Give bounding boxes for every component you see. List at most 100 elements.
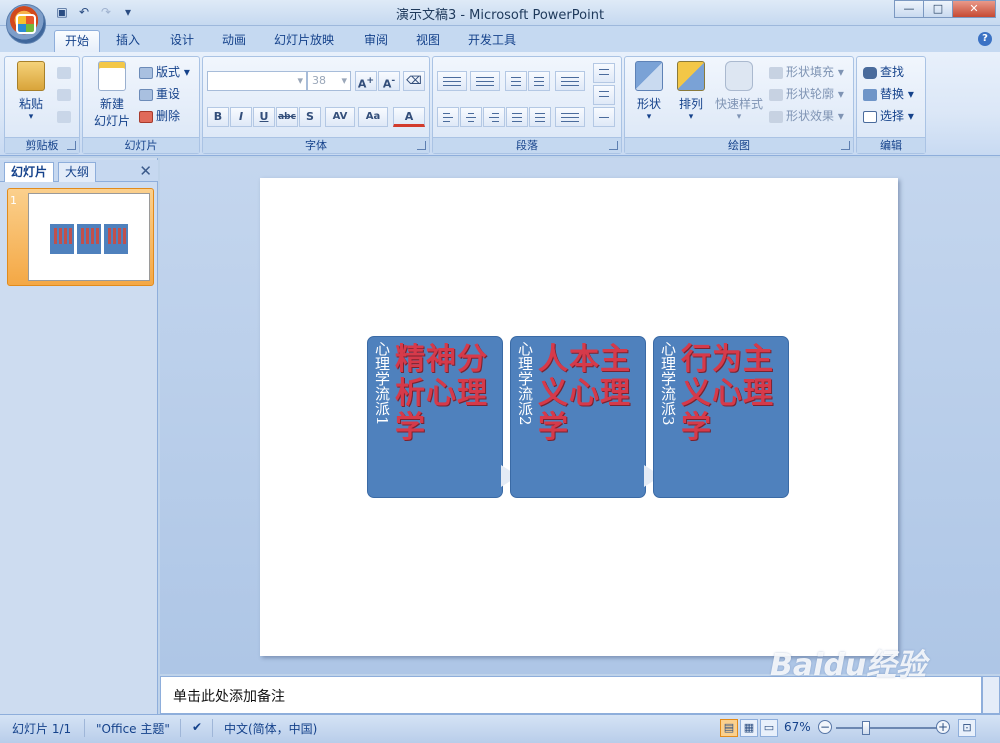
layout-button[interactable]: 版式 ▾ (139, 63, 190, 81)
font-name-combo[interactable]: ▾ (207, 71, 307, 91)
status-separator (84, 719, 85, 737)
clear-formatting-button[interactable]: ⌫ (403, 71, 425, 91)
font-color-button[interactable]: A (393, 107, 425, 127)
grow-font-button[interactable]: A+ (355, 71, 377, 91)
maximize-button[interactable]: □ (923, 0, 953, 18)
reset-button[interactable]: 重设 (139, 85, 180, 103)
zoom-in-button[interactable]: + (936, 720, 950, 734)
group-label-drawing: 绘图 (625, 137, 853, 153)
tab-review[interactable]: 审阅 (354, 30, 398, 52)
shrink-font-button[interactable]: A- (378, 71, 400, 91)
minimize-button[interactable]: — (894, 0, 924, 18)
tab-developer[interactable]: 开发工具 (458, 30, 526, 52)
clipboard-launcher-icon[interactable] (67, 141, 76, 150)
strikethrough-button[interactable]: abc (276, 107, 298, 127)
italic-button[interactable]: I (230, 107, 252, 127)
distributed-button[interactable] (529, 107, 551, 127)
group-label-paragraph: 段落 (433, 137, 621, 153)
numbering-button[interactable] (470, 71, 500, 91)
layout-icon (139, 66, 153, 79)
tab-insert[interactable]: 插入 (106, 30, 150, 52)
language-status[interactable]: 中文(简体，中国) (224, 720, 317, 737)
smartart-convert-button[interactable] (593, 107, 615, 127)
smartart-box-title: 心理学流派3 (659, 341, 677, 426)
smartart-box-title: 心理学流派1 (373, 341, 391, 426)
justify-button[interactable] (506, 107, 528, 127)
normal-view-button[interactable]: ▤ (720, 719, 738, 737)
slide-sorter-view-button[interactable]: ▦ (740, 719, 758, 737)
copy-button[interactable] (57, 85, 74, 103)
paragraph-launcher-icon[interactable] (609, 141, 618, 150)
align-right-button[interactable] (483, 107, 505, 127)
underline-button[interactable]: U (253, 107, 275, 127)
smartart-box-2[interactable]: 心理学流派2 人本主义心理学 (510, 336, 646, 498)
group-editing: 查找 替换 ▾ 选择 ▾ 编辑 (856, 56, 926, 154)
thumb-box (104, 224, 128, 254)
theme-status[interactable]: "Office 主题" (96, 720, 170, 737)
bold-button[interactable]: B (207, 107, 229, 127)
notes-scrollbar[interactable] (982, 676, 1000, 714)
paste-button[interactable]: 粘贴 ▾ (11, 61, 51, 122)
tab-outline-pane[interactable]: 大纲 (58, 162, 97, 182)
replace-button[interactable]: 替换 ▾ (863, 85, 914, 103)
cut-button[interactable] (57, 63, 74, 81)
text-direction-button[interactable] (593, 63, 615, 83)
shape-effects-button[interactable]: 形状效果 ▾ (769, 107, 844, 125)
drawing-launcher-icon[interactable] (841, 141, 850, 150)
new-slide-button[interactable]: 新建 幻灯片 (87, 61, 137, 129)
format-painter-button[interactable] (57, 107, 74, 125)
select-button[interactable]: 选择 ▾ (863, 107, 914, 125)
shapes-button[interactable]: 形状 ▾ (629, 61, 669, 122)
group-label-font: 字体 (203, 137, 429, 153)
zoom-slider-thumb[interactable] (862, 721, 870, 735)
fit-to-window-button[interactable]: ⊡ (958, 719, 976, 737)
increase-indent-button[interactable] (528, 71, 550, 91)
quick-styles-button[interactable]: 快速样式 ▾ (713, 61, 765, 122)
tab-design[interactable]: 设计 (160, 30, 204, 52)
smartart-box-3[interactable]: 心理学流派3 行为主义心理学 (653, 336, 789, 498)
slide-canvas[interactable]: 心理学流派1 精神分析心理学 心理学流派2 人本主义心理学 心理学流派3 行为主… (260, 178, 898, 656)
status-separator (212, 719, 213, 737)
smartart-box-content: 精神分析心理学 (395, 342, 488, 445)
columns-button[interactable] (555, 107, 585, 127)
decrease-indent-button[interactable] (505, 71, 527, 91)
slide-thumbnail-selected[interactable] (7, 188, 154, 286)
delete-slide-button[interactable]: 删除 (139, 107, 180, 125)
slideshow-view-button[interactable]: ▭ (760, 719, 778, 737)
align-center-button[interactable] (460, 107, 482, 127)
font-launcher-icon[interactable] (417, 141, 426, 150)
change-case-button[interactable]: Aa (358, 107, 388, 127)
font-size-combo[interactable]: 38 ▾ (307, 71, 351, 91)
char-spacing-button[interactable]: AV (325, 107, 355, 127)
spellcheck-icon[interactable]: ✔ (192, 720, 202, 734)
zoom-slider-track[interactable] (836, 727, 938, 729)
close-pane-icon[interactable]: ✕ (139, 162, 152, 180)
close-button[interactable]: ✕ (952, 0, 996, 18)
help-icon[interactable]: ? (978, 32, 992, 46)
tab-animations[interactable]: 动画 (212, 30, 256, 52)
shape-fill-button[interactable]: 形状填充 ▾ (769, 63, 844, 81)
tab-slides-pane[interactable]: 幻灯片 (4, 162, 55, 182)
smartart-box-1[interactable]: 心理学流派1 精神分析心理学 (367, 336, 503, 498)
align-text-button[interactable] (593, 85, 615, 105)
zoom-out-button[interactable]: − (818, 720, 832, 734)
ribbon-tabs: 开始 插入 设计 动画 幻灯片放映 审阅 视图 开发工具 ? (0, 26, 1000, 52)
zoom-level[interactable]: 67% (784, 720, 811, 734)
align-left-button[interactable] (437, 107, 459, 127)
office-button[interactable] (6, 4, 46, 44)
slide-count-status: 幻灯片 1/1 (12, 722, 72, 736)
brush-icon (57, 110, 71, 123)
tab-slideshow[interactable]: 幻灯片放映 (264, 30, 344, 52)
slide-number: 1 (10, 194, 17, 207)
ribbon: 粘贴 ▾ 剪贴板 新建 幻灯片 版式 ▾ 重设 删除 幻灯片 ▾ 38 ▾ A+ … (0, 52, 1000, 156)
find-button[interactable]: 查找 (863, 63, 904, 81)
bullets-button[interactable] (437, 71, 467, 91)
baidu-watermark-url: jingyan.baidu.com (808, 690, 910, 703)
tab-home[interactable]: 开始 (54, 30, 101, 52)
tab-view[interactable]: 视图 (406, 30, 450, 52)
line-spacing-button[interactable] (555, 71, 585, 91)
text-shadow-button[interactable]: S (299, 107, 321, 127)
arrange-button[interactable]: 排列 ▾ (671, 61, 711, 122)
slides-pane: 幻灯片 大纲 ✕ 1 (0, 158, 158, 714)
shape-outline-button[interactable]: 形状轮廓 ▾ (769, 85, 844, 103)
